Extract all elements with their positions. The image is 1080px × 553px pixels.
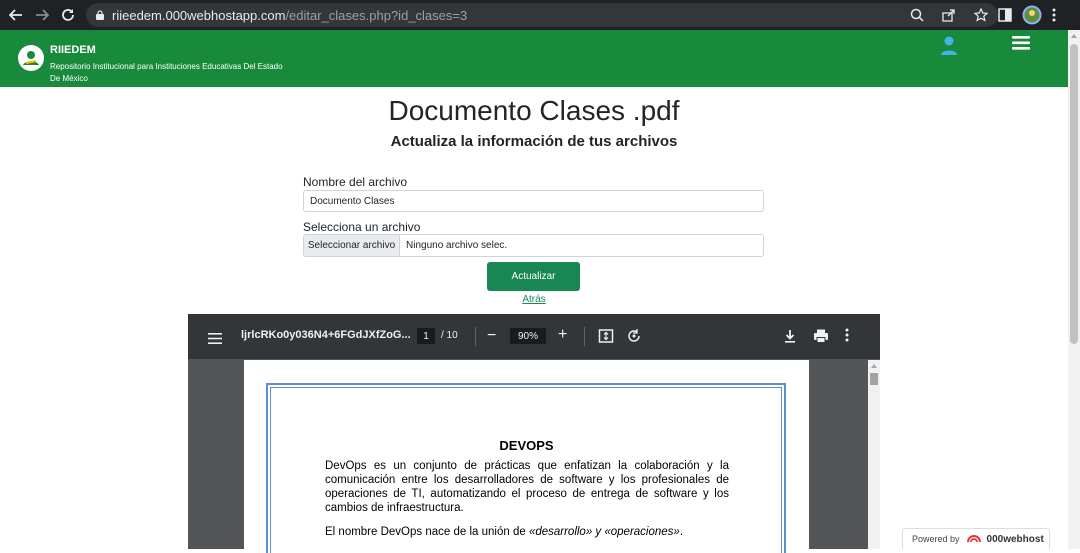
user-icon[interactable] [940, 36, 958, 56]
file-name-input[interactable]: Documento Clases [303, 190, 764, 212]
pdf-menu-icon[interactable] [208, 331, 222, 344]
print-icon[interactable] [813, 328, 829, 344]
file-input[interactable]: Seleccionar archivo Ninguno archivo sele… [303, 234, 764, 257]
brand-title[interactable]: RIIEDEM [50, 44, 96, 56]
pdf-filename: ljrlcRKo0y036N4+6FGdJXfZoG... [241, 329, 411, 341]
download-icon[interactable] [782, 328, 798, 344]
url-text: riieedem.000webhostapp.com/editar_clases… [112, 8, 467, 23]
page-total: / 10 [441, 330, 458, 341]
page-scrollbar[interactable] [1068, 30, 1080, 549]
url-path: /editar_clases.php?id_clases=3 [285, 7, 468, 23]
page-subtitle: Actualiza la información de tus archivos [390, 133, 678, 150]
file-status-text: Ninguno archivo selec. [406, 240, 508, 251]
para2-end: . [679, 526, 684, 538]
document-paragraph: DevOps es un conjunto de prácticas que e… [325, 460, 729, 514]
toolbar-divider [584, 327, 585, 346]
update-button[interactable]: Actualizar [487, 262, 580, 291]
page-title: Documento Clases .pdf [388, 95, 680, 126]
para2-italic: «desarrollo» y «operaciones» [528, 526, 680, 538]
side-panel-icon[interactable] [998, 8, 1012, 27]
document-heading: DEVOPS [499, 438, 554, 453]
omnibox-actions [908, 6, 990, 24]
zoom-icon[interactable] [908, 6, 926, 24]
powered-by-text: Powered by [912, 534, 960, 544]
logo-icon[interactable] [18, 45, 44, 71]
bookmark-star-icon[interactable] [972, 6, 990, 24]
lock-icon[interactable] [96, 10, 104, 20]
pdf-scroll-up-icon[interactable] [871, 364, 877, 368]
pdf-scroll-thumb[interactable] [870, 373, 878, 385]
address-bar[interactable]: riieedem.000webhostapp.com/editar_clases… [86, 3, 998, 27]
browser-toolbar: riieedem.000webhostapp.com/editar_clases… [0, 0, 1080, 30]
share-icon[interactable] [940, 6, 958, 24]
forward-arrow-icon[interactable] [32, 5, 52, 25]
document-paragraph-2: El nombre DevOps nace de la unión de «de… [325, 525, 729, 539]
zoom-out-button[interactable]: − [487, 327, 496, 345]
zoom-in-button[interactable]: + [558, 326, 567, 344]
kebab-menu-icon[interactable] [1052, 8, 1056, 27]
profile-avatar[interactable] [1022, 5, 1042, 30]
para2-text: El nombre DevOps nace de la unión de [325, 526, 529, 538]
pdf-viewer[interactable]: ljrlcRKo0y036N4+6FGdJXfZoG... 1 / 10 − 9… [188, 314, 880, 553]
webhost-logo-icon [966, 533, 981, 545]
webhost-brand: 000webhost [986, 533, 1044, 545]
back-arrow-icon[interactable] [6, 5, 26, 25]
zoom-level-input[interactable]: 90% [510, 328, 546, 344]
brand-subtitle: Repositorio Institucional para Instituci… [50, 62, 283, 83]
rotate-icon[interactable] [626, 328, 642, 344]
pdf-more-icon[interactable] [845, 328, 861, 344]
file-select-label: Selecciona un archivo [303, 220, 421, 234]
reload-icon[interactable] [58, 5, 78, 25]
hamburger-menu-icon[interactable] [1012, 36, 1030, 50]
pdf-page: DEVOPS DevOps es un conjunto de práctica… [244, 360, 809, 553]
page-number-input[interactable]: 1 [417, 328, 435, 344]
browser-right-actions [998, 5, 1056, 30]
fit-page-icon[interactable] [598, 328, 614, 344]
site-header: RIIEDEM Repositorio Institucional para I… [0, 30, 1068, 87]
file-name-label: Nombre del archivo [303, 175, 408, 189]
url-host: riieedem.000webhostapp.com [112, 7, 286, 23]
toolbar-divider [475, 327, 476, 346]
scroll-thumb[interactable] [1070, 44, 1078, 344]
scroll-up-arrow-icon[interactable] [1071, 34, 1077, 38]
pdf-toolbar: ljrlcRKo0y036N4+6FGdJXfZoG... 1 / 10 − 9… [188, 314, 880, 359]
choose-file-button[interactable]: Seleccionar archivo [304, 235, 400, 256]
pdf-scrollbar[interactable] [868, 360, 880, 549]
back-link[interactable]: Atrás [0, 294, 1068, 305]
hosting-badge[interactable]: Powered by 000webhost [902, 528, 1050, 549]
